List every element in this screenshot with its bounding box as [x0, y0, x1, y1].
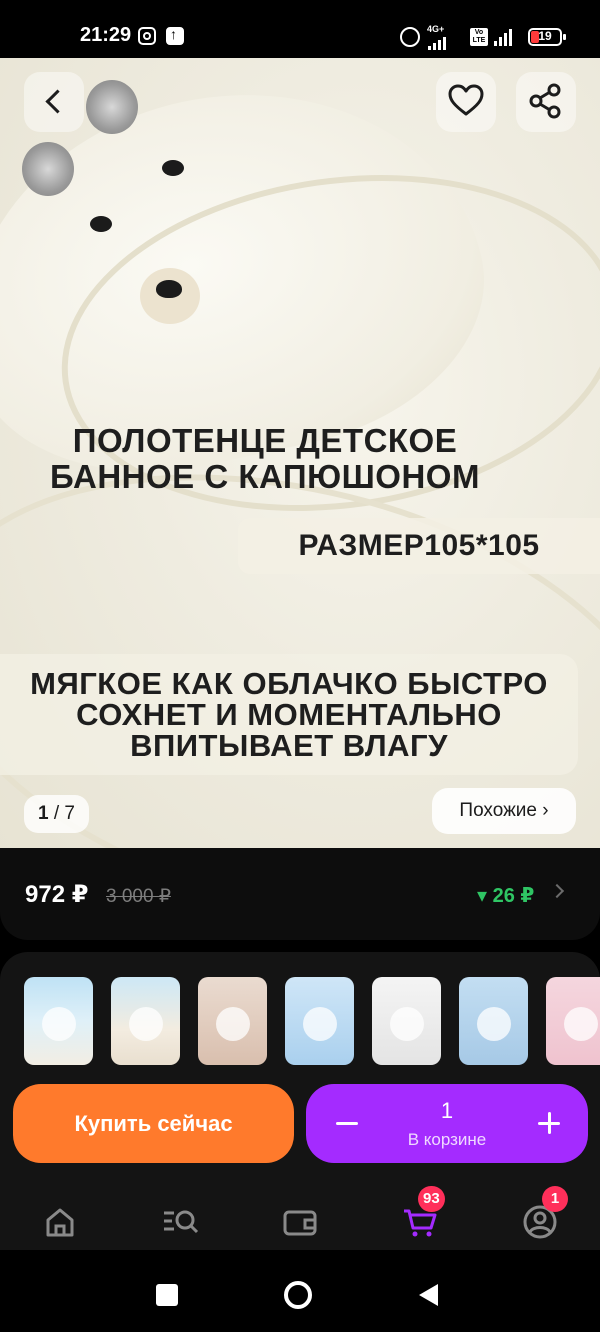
upload-icon [166, 26, 184, 45]
share-icon [529, 83, 561, 119]
variant-thumbnail[interactable] [24, 977, 93, 1065]
variant-thumbnail[interactable] [111, 977, 180, 1065]
cashback-points: ▾ 26 ₽ [477, 885, 535, 907]
share-button[interactable] [516, 72, 576, 132]
image-caption-features: МЯГКОЕ КАК ОБЛАЧКО БЫСТРО СОХНЕТ И МОМЕН… [0, 654, 578, 775]
home-circle-icon[interactable] [284, 1281, 312, 1309]
instagram-icon [138, 27, 156, 45]
bear-eye [90, 216, 112, 232]
status-time: 21:29 [80, 24, 132, 46]
catalog-search-icon [164, 1210, 199, 1234]
system-navigation-bar [0, 1250, 600, 1332]
volte-icon: Vo LTE [470, 28, 488, 46]
back-triangle-icon[interactable] [416, 1282, 440, 1308]
favorite-button[interactable] [436, 72, 496, 132]
signal-icon-2 [494, 28, 512, 46]
bear-ear [22, 142, 74, 196]
battery-icon: 19 [528, 28, 566, 46]
old-price: 3 000 ₽ [106, 886, 171, 907]
image-caption-size: РАЗМЕР105*105 [238, 518, 600, 574]
image-counter: 1 / 7 [24, 795, 89, 833]
nav-cart[interactable]: 93 [400, 1186, 445, 1242]
chevron-right-icon[interactable] [549, 883, 565, 899]
decrease-quantity-button[interactable] [328, 1104, 368, 1144]
back-button[interactable] [24, 72, 84, 132]
variant-thumbnails [24, 977, 600, 1065]
similar-products-button[interactable]: Похожие › [432, 788, 576, 834]
battery-level: 19 [538, 29, 552, 43]
image-counter-current: 1 [38, 803, 49, 824]
price-card[interactable]: 972 ₽ 3 000 ₽ ▾ 26 ₽ [0, 848, 600, 940]
heart-icon [448, 84, 484, 116]
cart-quantity-control: 1 В корзине [306, 1084, 588, 1163]
variant-thumbnail[interactable] [546, 977, 600, 1065]
variant-thumbnail[interactable] [285, 977, 354, 1065]
cart-count-badge: 93 [418, 1186, 445, 1212]
image-caption-title: ПОЛОТЕНЦЕ ДЕТСКОЕ БАННОЕ С КАПЮШОНОМ [50, 422, 480, 495]
bear-nose [156, 280, 182, 298]
nav-catalog[interactable] [160, 1202, 200, 1242]
wallet-icon [283, 1210, 317, 1236]
image-counter-total: / 7 [53, 803, 75, 824]
current-price: 972 ₽ [25, 881, 89, 908]
recents-square-icon[interactable] [156, 1284, 178, 1306]
buy-now-button[interactable]: Купить сейчас [13, 1084, 294, 1163]
increase-quantity-button[interactable] [530, 1104, 570, 1144]
variant-thumbnail[interactable] [198, 977, 267, 1065]
nav-wallet[interactable] [280, 1202, 320, 1242]
in-cart-label: В корзине [407, 1130, 487, 1149]
variant-thumbnail[interactable] [372, 977, 441, 1065]
nav-profile[interactable]: 1 [520, 1186, 568, 1242]
home-icon [46, 1208, 74, 1237]
alarm-icon [400, 27, 420, 47]
bear-eye [162, 160, 184, 176]
product-image-gallery[interactable]: ПОЛОТЕНЦЕ ДЕТСКОЕ БАННОЕ С КАПЮШОНОМ РАЗ… [0, 58, 600, 858]
variant-thumbnail[interactable] [459, 977, 528, 1065]
signal-icon [428, 32, 446, 50]
profile-notification-badge: 1 [542, 1186, 568, 1212]
nav-home[interactable] [40, 1202, 80, 1242]
quantity-value: 1 [440, 1098, 454, 1123]
bear-ear [86, 80, 138, 134]
